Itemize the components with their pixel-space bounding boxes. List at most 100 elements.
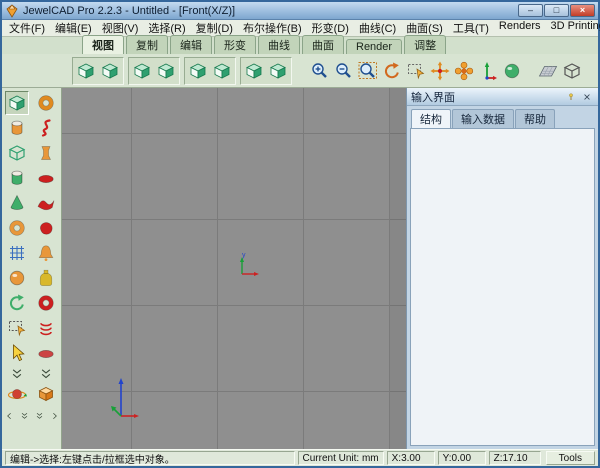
view-cube-group-4 <box>240 56 292 85</box>
sidebar-extra-tools <box>5 382 58 406</box>
ribbon-tab-调整[interactable]: 调整 <box>404 35 447 54</box>
pan-view-icon[interactable] <box>428 59 452 83</box>
wireframe-cube-icon[interactable] <box>560 59 584 83</box>
pin-panel-icon[interactable] <box>564 90 578 104</box>
view-cube-group-3 <box>184 56 236 85</box>
input-panel-header[interactable]: 输入界面 <box>407 88 598 106</box>
tools-button[interactable]: Tools <box>545 451 595 465</box>
tool-spring-icon[interactable] <box>34 316 58 340</box>
unit-value: mm <box>361 452 379 464</box>
select-window-icon[interactable] <box>404 59 428 83</box>
view-top-icon[interactable] <box>130 59 154 83</box>
tool-grid-plane-icon[interactable] <box>5 241 29 265</box>
tool-rotate-icon[interactable] <box>5 291 29 315</box>
ribbon-tab-编辑[interactable]: 编辑 <box>170 35 212 54</box>
status-x-coordinate: X:3.00 <box>386 451 435 465</box>
ribbon-tab-视图[interactable]: 视图 <box>82 35 124 54</box>
status-unit-cell: Current Unit: mm <box>297 451 384 465</box>
zoom-in-icon[interactable] <box>308 59 332 83</box>
zoom-out-icon[interactable] <box>332 59 356 83</box>
scroll-down-col2-icon[interactable] <box>34 367 58 380</box>
scroll-more-2-icon[interactable] <box>33 409 46 422</box>
view-cube-group-1 <box>72 56 124 85</box>
ribbon-tab-曲面[interactable]: 曲面 <box>302 35 344 54</box>
axis-toggle-icon[interactable] <box>476 59 500 83</box>
tool-cube-icon[interactable] <box>5 91 29 115</box>
tool-orbit-sphere-icon[interactable] <box>5 382 29 406</box>
panel-tab-结构[interactable]: 结构 <box>411 109 451 128</box>
view-isometric-icon[interactable] <box>266 59 290 83</box>
tool-torus-orange-icon[interactable] <box>34 91 58 115</box>
scroll-left-icon[interactable] <box>3 409 16 422</box>
transform-gizmo-icon[interactable] <box>452 59 476 83</box>
title-bar: JewelCAD Pro 2.2.3 - Untitled - [Front(X… <box>2 2 598 20</box>
unit-label: Current Unit: <box>302 452 360 464</box>
scroll-right-icon[interactable] <box>48 409 61 422</box>
input-panel-tabs: 结构 输入数据 帮助 <box>407 106 598 128</box>
tool-box-orange-icon[interactable] <box>34 382 58 406</box>
sidebar-tool-grid <box>5 91 58 365</box>
view-cube-group-2 <box>128 56 180 85</box>
rotate-view-icon[interactable] <box>380 59 404 83</box>
status-message: 编辑->选择:左键点击/拉框选中对象。 <box>5 451 295 465</box>
tool-cylinder-green-icon[interactable] <box>5 166 29 190</box>
ribbon-tab-曲线[interactable]: 曲线 <box>258 35 300 54</box>
input-panel: 输入界面 结构 输入数据 帮助 <box>406 88 598 449</box>
svg-text:y: y <box>242 252 246 259</box>
menu-item-10[interactable]: 工具(T) <box>448 19 494 37</box>
ribbon-tab-复制[interactable]: 复制 <box>126 35 168 54</box>
tool-bottle-icon[interactable] <box>34 266 58 290</box>
ribbon-tab-row: 视图 复制 编辑 形变 曲线 曲面 Render 调整 <box>2 35 598 54</box>
main-toolbar <box>2 54 598 88</box>
maximize-button[interactable]: □ <box>544 4 569 17</box>
status-bar: 编辑->选择:左键点击/拉框选中对象。 Current Unit: mm X:3… <box>2 449 598 466</box>
tool-bell-icon[interactable] <box>34 241 58 265</box>
menu-item-8[interactable]: 曲线(C) <box>354 19 401 37</box>
scroll-down-col1-icon[interactable] <box>5 367 29 380</box>
origin-axis-icon: y <box>240 252 259 276</box>
minimize-button[interactable]: – <box>518 4 543 17</box>
tool-lathe-icon[interactable] <box>34 341 58 365</box>
view-front-icon[interactable] <box>74 59 98 83</box>
view-left-icon[interactable] <box>186 59 210 83</box>
scroll-more-1-icon[interactable] <box>18 409 31 422</box>
viewport-front-xz[interactable]: y <box>62 88 406 449</box>
tool-curve-s-icon[interactable] <box>34 116 58 140</box>
tool-ring-icon[interactable] <box>5 216 29 240</box>
tool-cursor-icon[interactable] <box>5 341 29 365</box>
panel-tab-帮助[interactable]: 帮助 <box>515 109 555 128</box>
status-z-coordinate: Z:17.10 <box>488 451 541 465</box>
tool-cylinder-orange-icon[interactable] <box>5 116 29 140</box>
tool-disc-red-icon[interactable] <box>34 166 58 190</box>
tool-select-rect-icon[interactable] <box>5 316 29 340</box>
view-right-icon[interactable] <box>210 59 234 83</box>
tool-surface-wave-icon[interactable] <box>34 191 58 215</box>
view-bottom-icon[interactable] <box>154 59 178 83</box>
panel-tab-输入数据[interactable]: 输入数据 <box>452 109 514 128</box>
grid-plane-icon[interactable] <box>536 59 560 83</box>
tool-cube-wire-icon[interactable] <box>5 141 29 165</box>
window-controls: – □ × <box>518 4 595 17</box>
tool-blob-icon[interactable] <box>34 216 58 240</box>
close-button[interactable]: × <box>570 4 595 17</box>
input-panel-title: 输入界面 <box>411 91 455 104</box>
sidebar-nav-row <box>3 409 61 422</box>
tool-sphere-icon[interactable] <box>5 266 29 290</box>
menu-item-12[interactable]: 3D Printing <box>545 19 600 37</box>
status-y-coordinate: Y:0.00 <box>437 451 486 465</box>
input-panel-body[interactable] <box>410 128 595 446</box>
tool-cup-icon[interactable] <box>34 141 58 165</box>
ribbon-tab-Render[interactable]: Render <box>346 39 403 54</box>
view-perspective-icon[interactable] <box>242 59 266 83</box>
ribbon-tab-形变[interactable]: 形变 <box>214 35 256 54</box>
app-icon <box>5 3 19 18</box>
panel-header-buttons <box>564 90 594 104</box>
shaded-view-icon[interactable] <box>500 59 524 83</box>
menu-item-1[interactable]: 文件(F) <box>4 19 50 37</box>
close-panel-icon[interactable] <box>580 90 594 104</box>
tool-cone-icon[interactable] <box>5 191 29 215</box>
tool-ring-red-icon[interactable] <box>34 291 58 315</box>
view-back-icon[interactable] <box>98 59 122 83</box>
menu-item-11[interactable]: Renders <box>494 19 546 37</box>
zoom-window-icon[interactable] <box>356 59 380 83</box>
